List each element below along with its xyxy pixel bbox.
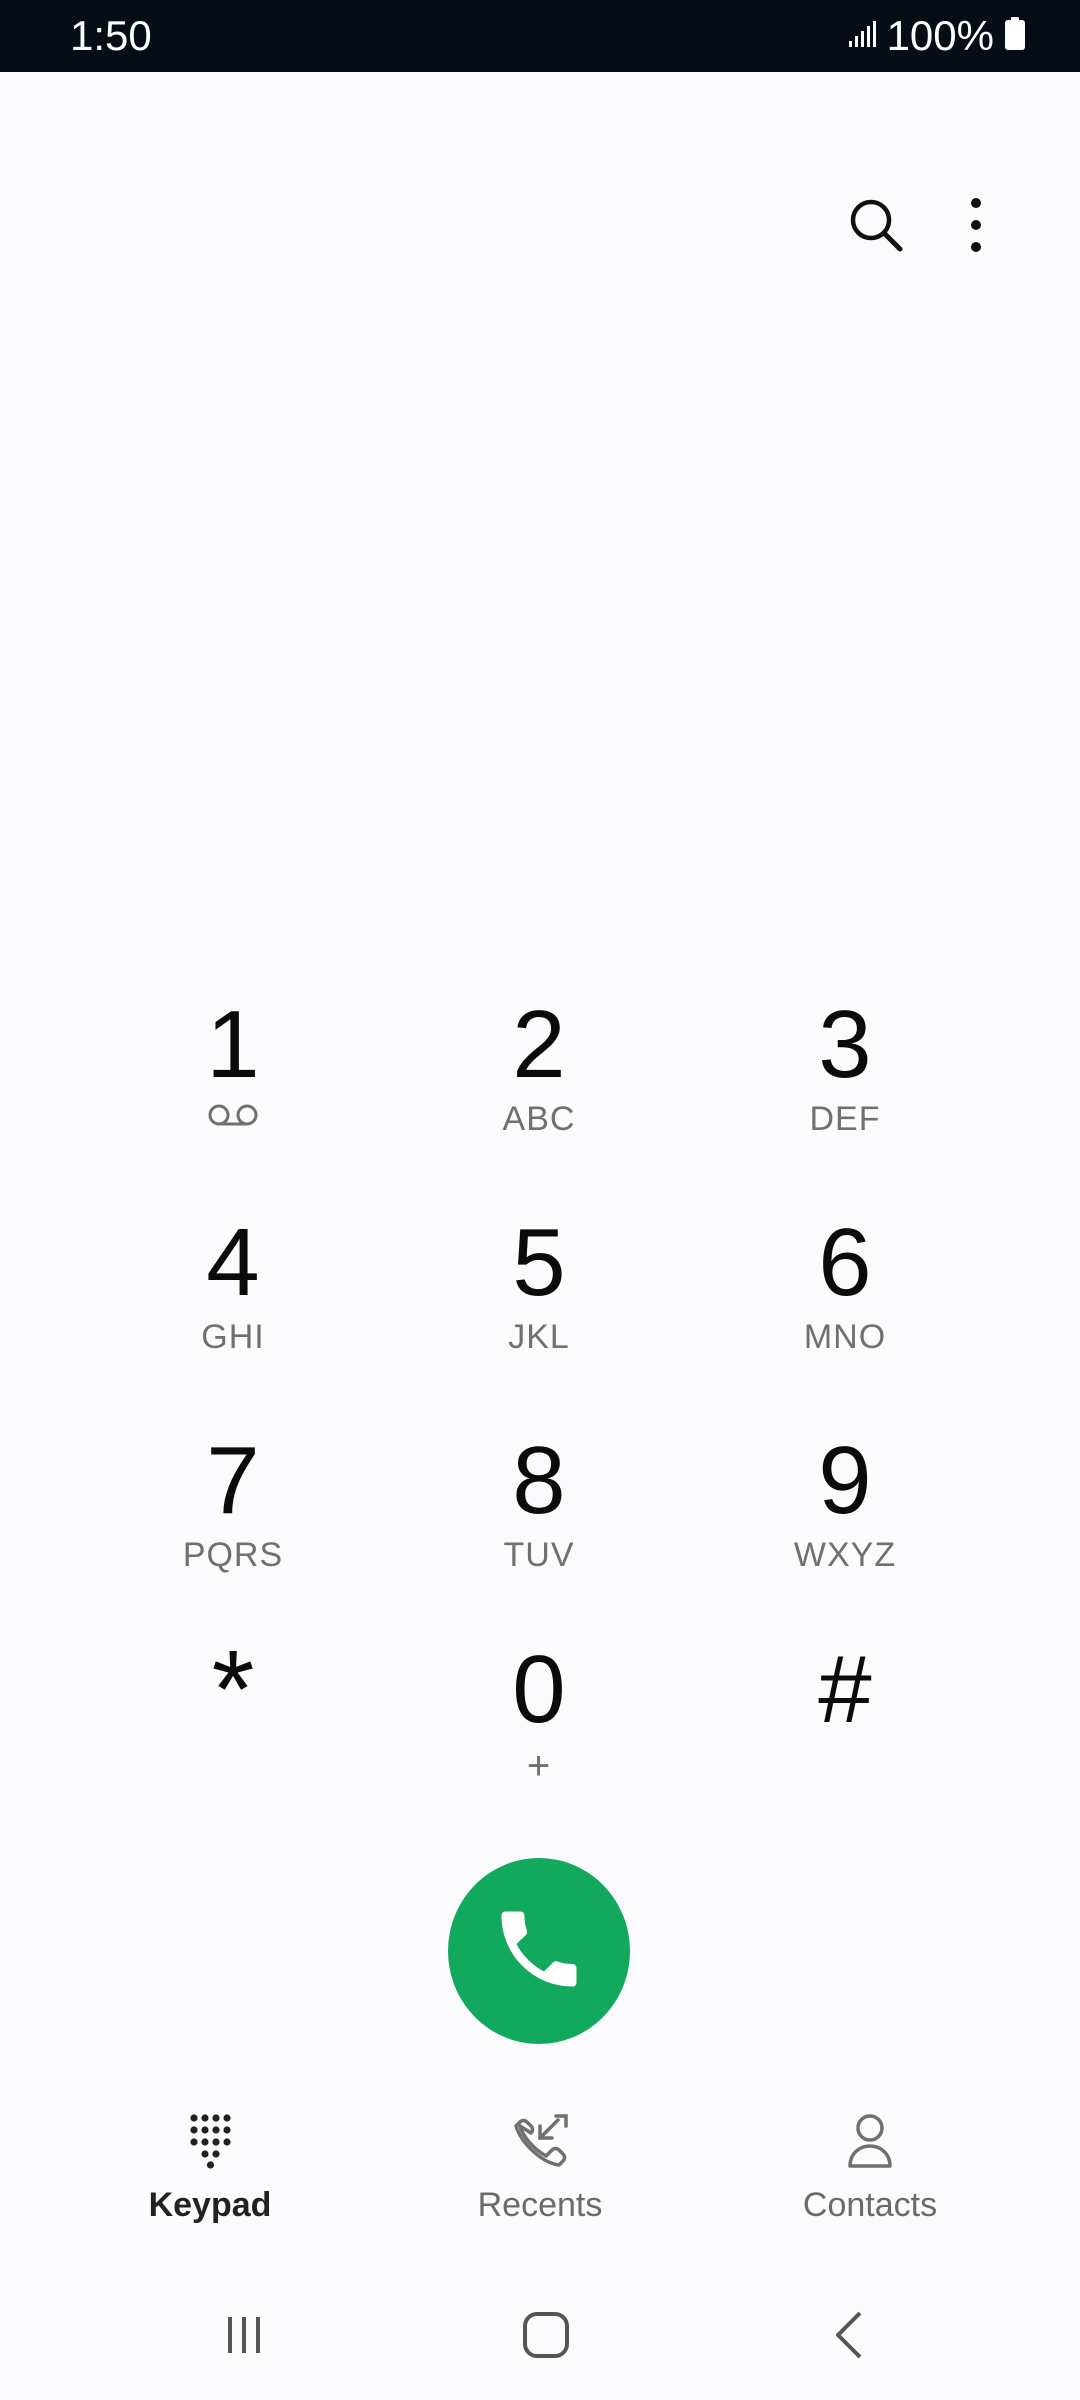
battery-icon [1004,16,1026,56]
key-star[interactable]: * [83,1628,383,1820]
tab-label: Keypad [148,2186,272,2224]
key-digit: 2 [512,991,566,1098]
recents-icon [510,2112,570,2175]
key-9[interactable]: 9 WXYZ [695,1431,995,1611]
status-right: 100% [847,12,1026,60]
key-hash[interactable]: # [695,1640,995,1820]
key-digit: 6 [818,1209,872,1316]
key-letters: TUV [503,1536,575,1574]
tab-label: Recents [477,2186,603,2224]
key-digit: 5 [512,1209,566,1316]
key-letters: DEF [809,1100,881,1138]
tab-contacts[interactable]: Contacts [750,2112,990,2232]
key-7[interactable]: 7 PQRS [83,1431,383,1611]
key-1[interactable]: 1 [83,995,383,1175]
status-bar: 1:50 100% [0,0,1080,72]
key-digit: 1 [206,991,260,1098]
key-0[interactable]: 0 + [389,1640,689,1820]
key-letters: MNO [803,1318,887,1356]
contacts-icon [844,2112,896,2175]
keypad-icon [186,2112,234,2175]
key-5[interactable]: 5 JKL [389,1213,689,1393]
key-4[interactable]: 4 GHI [83,1213,383,1393]
search-icon[interactable] [846,195,906,255]
more-options-icon[interactable] [946,195,1006,255]
status-time: 1:50 [70,12,152,59]
home-icon[interactable] [506,2300,586,2370]
key-letters: PQRS [182,1536,284,1574]
key-digit: 9 [818,1427,872,1534]
voicemail-icon [207,1099,259,1139]
key-2[interactable]: 2 ABC [389,995,689,1175]
tab-recents[interactable]: Recents [420,2112,660,2232]
key-letters: ABC [502,1100,576,1138]
key-letters: JKL [508,1318,570,1356]
key-digit: 7 [206,1427,260,1534]
key-digit: 4 [206,1209,260,1316]
signal-icon [847,19,877,54]
key-6[interactable]: 6 MNO [695,1213,995,1393]
call-button[interactable] [448,1858,630,2044]
tab-label: Contacts [802,2186,938,2224]
key-8[interactable]: 8 TUV [389,1431,689,1611]
back-icon[interactable] [810,2300,890,2370]
battery-percent: 100% [886,12,994,59]
key-digit: # [818,1636,872,1743]
phone-icon [489,1899,589,2004]
key-digit: 3 [818,991,872,1098]
key-digit: * [211,1628,255,1751]
tab-keypad[interactable]: Keypad [90,2112,330,2232]
key-letters: GHI [201,1318,265,1356]
key-letters: WXYZ [793,1536,897,1574]
recent-apps-icon[interactable] [204,2300,284,2370]
key-digit: 8 [512,1427,566,1534]
key-letters: + [526,1744,552,1788]
key-digit: 0 [512,1636,566,1743]
key-3[interactable]: 3 DEF [695,995,995,1175]
